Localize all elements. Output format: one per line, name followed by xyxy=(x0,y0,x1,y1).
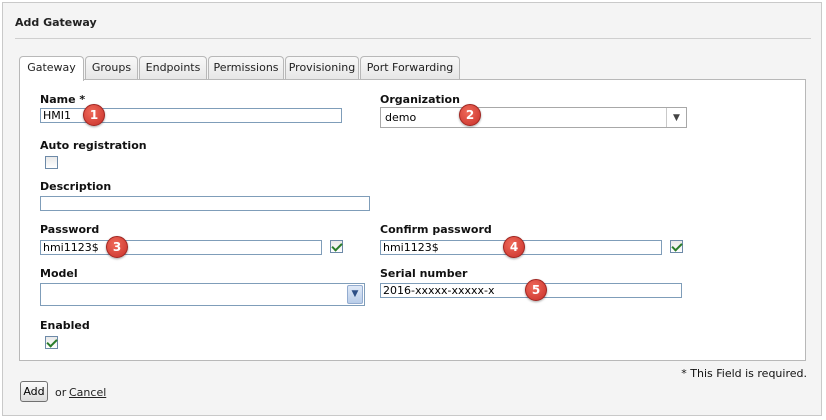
tab-endpoints[interactable]: Endpoints xyxy=(139,56,207,80)
tab-permissions[interactable]: Permissions xyxy=(208,56,284,80)
cancel-link[interactable]: Cancel xyxy=(69,386,106,399)
description-label: Description xyxy=(40,180,112,193)
confirm-password-label: Confirm password xyxy=(380,223,492,236)
tab-port-forwarding[interactable]: Port Forwarding xyxy=(360,56,460,80)
organization-value: demo xyxy=(385,111,417,124)
password-valid-checkmark-icon xyxy=(330,240,343,253)
add-gateway-dialog: Add Gateway Gateway Groups Endpoints Per… xyxy=(2,2,822,416)
dropdown-arrow-icon[interactable]: ▼ xyxy=(666,108,686,127)
serial-number-label: Serial number xyxy=(380,267,468,280)
organization-label: Organization xyxy=(380,93,460,106)
auto-registration-label: Auto registration xyxy=(40,139,147,152)
required-field-note: * This Field is required. xyxy=(681,367,807,380)
callout-badge-4: 4 xyxy=(503,236,525,258)
callout-badge-5: 5 xyxy=(525,279,547,301)
enabled-label: Enabled xyxy=(40,319,90,332)
tab-gateway[interactable]: Gateway xyxy=(19,56,84,81)
name-label: Name * xyxy=(40,93,86,106)
gateway-tab-panel: Name * 1 Organization demo ▼ 2 Auto regi… xyxy=(19,79,806,361)
model-label: Model xyxy=(40,267,78,280)
auto-registration-checkbox[interactable] xyxy=(45,156,58,169)
enabled-checkbox[interactable] xyxy=(45,336,58,349)
chevron-down-icon[interactable]: ▼ xyxy=(347,285,363,304)
dialog-title: Add Gateway xyxy=(15,16,97,29)
callout-badge-3: 3 xyxy=(106,236,128,258)
model-select[interactable]: ▼ xyxy=(40,283,365,306)
add-button[interactable]: Add xyxy=(20,381,48,402)
tab-provisioning[interactable]: Provisioning xyxy=(285,56,359,80)
confirm-password-valid-checkmark-icon xyxy=(670,240,683,253)
callout-badge-2: 2 xyxy=(459,104,481,126)
tab-groups[interactable]: Groups xyxy=(85,56,138,80)
description-input[interactable] xyxy=(40,196,370,211)
or-text: or xyxy=(55,386,67,399)
password-input[interactable] xyxy=(40,240,322,255)
organization-select[interactable]: demo ▼ xyxy=(380,107,687,128)
callout-badge-1: 1 xyxy=(83,104,105,126)
password-label: Password xyxy=(40,223,100,236)
title-divider xyxy=(15,38,811,39)
